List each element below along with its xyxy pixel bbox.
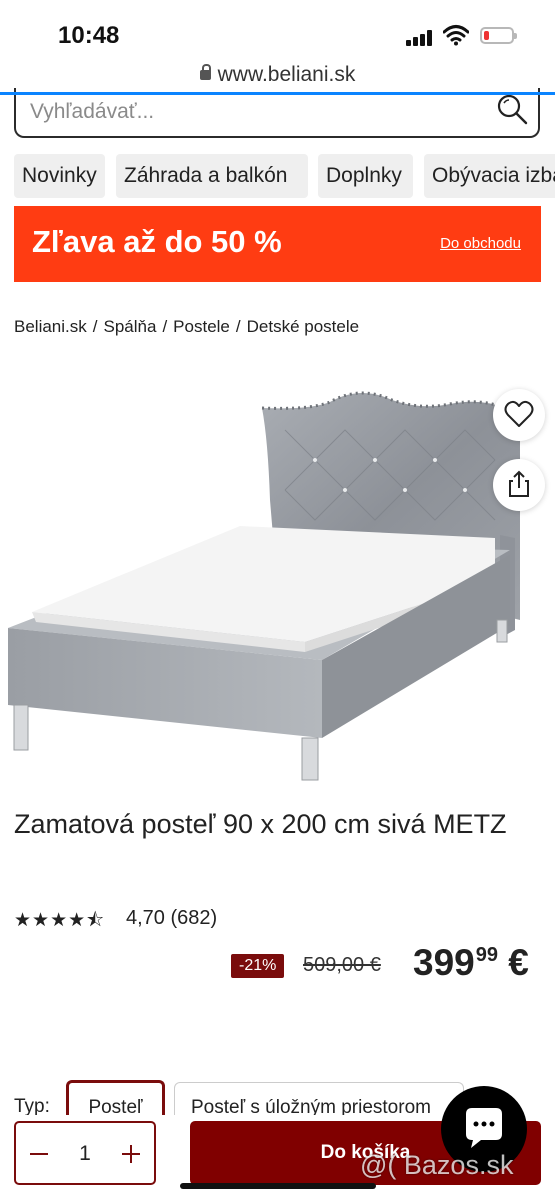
price-cents: 99 [475, 944, 498, 966]
wifi-icon [443, 25, 469, 46]
breadcrumb-item[interactable]: Postele [173, 317, 230, 336]
rating-value[interactable]: 4,70 (682) [126, 907, 217, 930]
status-time: 10:48 [58, 22, 120, 49]
nav-item-obyvacia[interactable]: Obývacia izba [424, 154, 555, 198]
breadcrumb-separator: / [92, 317, 98, 336]
old-price: 509,00 € [303, 954, 381, 976]
home-indicator [180, 1183, 376, 1189]
breadcrumb-item[interactable]: Spálňa [104, 317, 157, 336]
watermark: @( Bazos.sk [360, 1150, 514, 1180]
price: 39999 € [413, 942, 529, 984]
product-image[interactable] [0, 380, 555, 790]
signal-icon [406, 30, 434, 46]
nav-item-zahrada[interactable]: Záhrada a balkón [116, 154, 308, 198]
heart-icon [504, 400, 534, 427]
url-bar-text[interactable]: www.beliani.sk [0, 63, 555, 87]
search-input[interactable]: Vyhľadávať... [30, 100, 154, 124]
breadcrumb-item[interactable]: Detské postele [247, 317, 359, 336]
price-main: 399 [413, 942, 475, 983]
breadcrumb-separator: / [162, 317, 168, 336]
breadcrumb-separator: / [235, 317, 241, 336]
plus-icon[interactable] [120, 1143, 142, 1165]
nav-item-doplnky[interactable]: Doplnky [318, 154, 413, 198]
banner-link[interactable]: Do obchodu [440, 235, 521, 252]
discount-badge: -21% [231, 954, 285, 978]
quantity-stepper[interactable]: 1 [14, 1121, 156, 1185]
share-icon [509, 470, 529, 497]
page-load-progress [0, 92, 555, 95]
product-title: Zamatová posteľ 90 x 200 cm sivá METZ [14, 809, 507, 839]
lock-icon [199, 64, 211, 80]
url: www.beliani.sk [217, 63, 356, 86]
promo-banner[interactable]: Zľava až do 50 % Do obchodu [14, 206, 541, 282]
banner-title: Zľava až do 50 % [32, 224, 282, 259]
nav-item-novinky[interactable]: Novinky [14, 154, 105, 198]
breadcrumb: Beliani.sk / Spálňa / Postele / Detské postele [14, 317, 359, 337]
breadcrumb-item[interactable]: Beliani.sk [14, 317, 87, 336]
search-box[interactable]: Vyhľadávať... [14, 88, 540, 138]
search-icon[interactable] [496, 93, 528, 125]
battery-icon [480, 27, 517, 44]
wishlist-button[interactable] [493, 389, 545, 441]
rating-stars-icon[interactable]: ★★★★⯪ [14, 906, 105, 938]
price-currency: € [508, 942, 529, 983]
share-button[interactable] [493, 459, 545, 511]
